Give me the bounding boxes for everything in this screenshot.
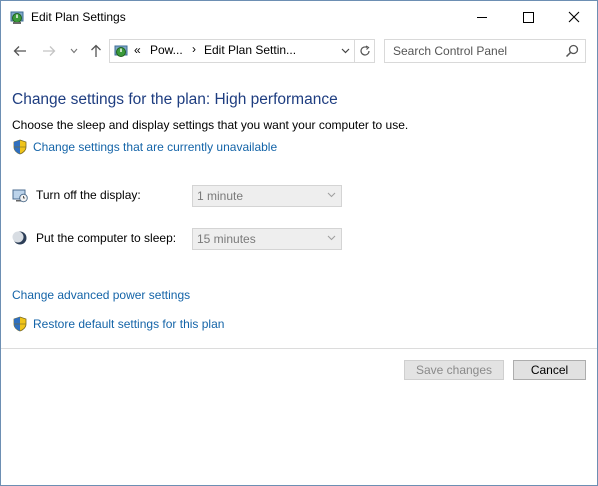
forward-button[interactable] xyxy=(40,41,58,61)
sleep-timeout-select[interactable]: 15 minutes xyxy=(192,228,342,250)
footer-divider xyxy=(1,348,597,349)
minimize-button[interactable] xyxy=(459,1,505,33)
edit-plan-settings-window: Edit Plan Settings « Pow... › Edit Plan … xyxy=(0,0,598,486)
recent-locations-button[interactable] xyxy=(65,41,83,61)
monitor-clock-icon xyxy=(12,189,28,203)
breadcrumb-item[interactable]: Edit Plan Settin... xyxy=(204,43,296,57)
cancel-button[interactable]: Cancel xyxy=(513,360,586,380)
address-dropdown-button[interactable] xyxy=(336,40,354,62)
search-icon[interactable] xyxy=(564,43,580,59)
maximize-button[interactable] xyxy=(505,1,551,33)
back-button[interactable] xyxy=(11,41,29,61)
restore-defaults-link[interactable]: Restore default settings for this plan xyxy=(33,317,224,331)
chevron-down-icon xyxy=(70,48,78,54)
page-description: Choose the sleep and display settings th… xyxy=(12,118,409,132)
display-timeout-label: Turn off the display: xyxy=(36,188,141,202)
moon-icon xyxy=(12,231,27,245)
sleep-timeout-label: Put the computer to sleep: xyxy=(36,231,177,245)
search-input[interactable] xyxy=(385,40,563,62)
breadcrumb-overflow[interactable]: « xyxy=(134,43,141,57)
sleep-timeout-value: 15 minutes xyxy=(197,232,256,246)
minimize-icon xyxy=(477,16,487,18)
uac-shield-icon xyxy=(13,316,27,332)
refresh-icon xyxy=(360,45,370,56)
change-unavailable-settings-link[interactable]: Change settings that are currently unava… xyxy=(33,140,277,154)
display-timeout-value: 1 minute xyxy=(197,189,244,203)
close-icon xyxy=(568,11,580,23)
forward-arrow-icon xyxy=(43,46,56,56)
power-options-icon xyxy=(114,45,128,57)
breadcrumb-separator-icon[interactable]: › xyxy=(192,42,196,56)
refresh-button[interactable] xyxy=(354,40,375,62)
page-title: Change settings for the plan: High perfo… xyxy=(12,91,338,108)
back-arrow-icon xyxy=(13,46,26,56)
chevron-down-icon xyxy=(327,192,336,198)
up-arrow-icon xyxy=(91,44,101,57)
chevron-down-icon xyxy=(327,235,336,241)
up-button[interactable] xyxy=(87,41,105,61)
breadcrumb-item[interactable]: Pow... xyxy=(150,43,183,57)
search-box[interactable] xyxy=(384,39,586,63)
display-timeout-select[interactable]: 1 minute xyxy=(192,185,342,207)
chevron-down-icon xyxy=(341,48,349,54)
power-options-icon xyxy=(10,11,24,24)
uac-shield-icon xyxy=(13,139,27,155)
save-changes-button[interactable]: Save changes xyxy=(404,360,504,380)
advanced-power-settings-link[interactable]: Change advanced power settings xyxy=(12,288,190,302)
window-title: Edit Plan Settings xyxy=(31,10,126,24)
navigation-bar: « Pow... › Edit Plan Settin... xyxy=(1,37,597,65)
title-bar[interactable]: Edit Plan Settings xyxy=(1,1,597,33)
address-bar[interactable]: « Pow... › Edit Plan Settin... xyxy=(109,39,375,63)
close-button[interactable] xyxy=(551,1,597,33)
maximize-icon xyxy=(522,11,534,23)
